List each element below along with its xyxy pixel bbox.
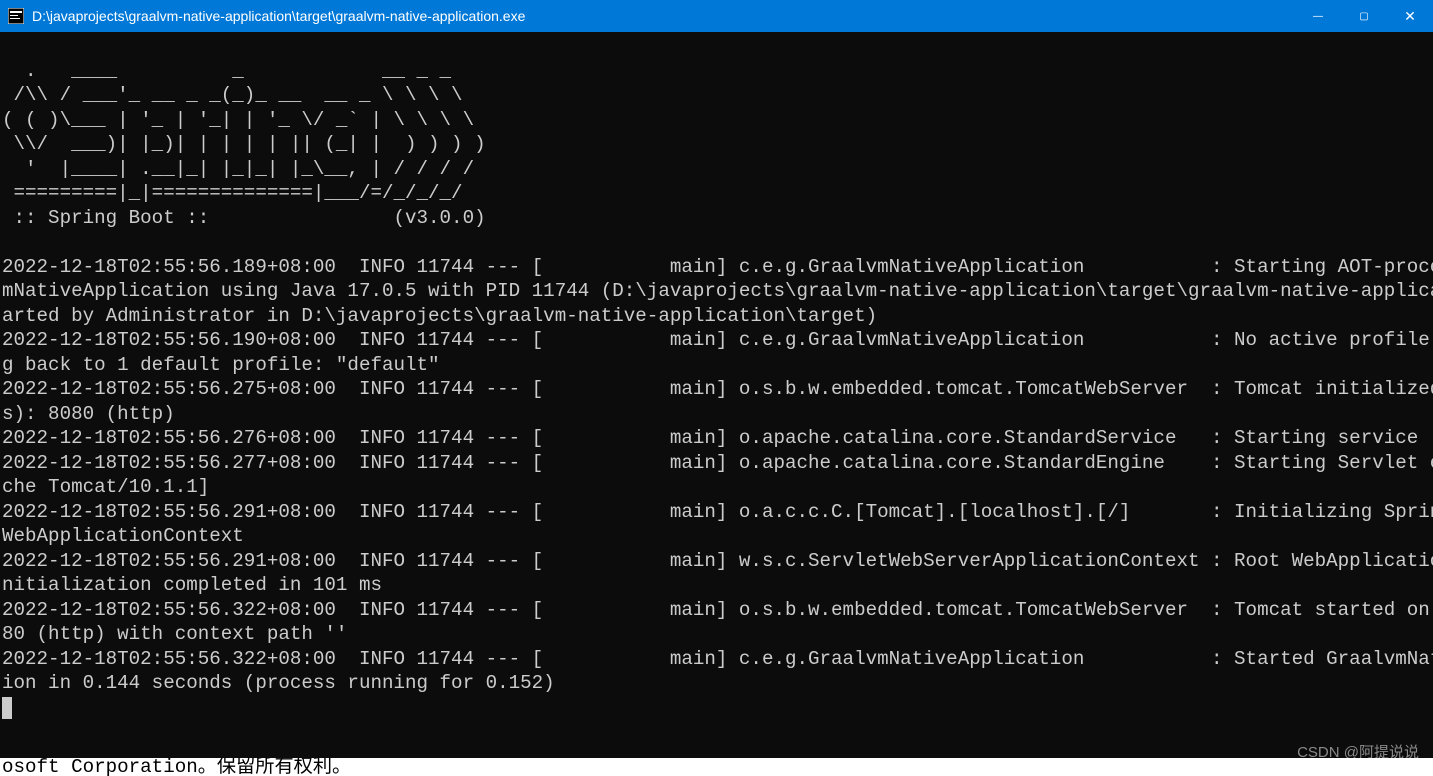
- terminal-output: . ____ _ __ _ _ /\\ / ___'_ __ _ _(_)_ _…: [0, 32, 1433, 720]
- titlebar-left: D:\javaprojects\graalvm-native-applicati…: [8, 8, 525, 24]
- background-window-strip: osoft Corporation。保留所有权利。: [0, 758, 1433, 776]
- terminal-area[interactable]: . ____ _ __ _ _ /\\ / ___'_ __ _ _(_)_ _…: [0, 32, 1433, 776]
- window-title: D:\javaprojects\graalvm-native-applicati…: [32, 8, 525, 24]
- window-controls: — ▢ ✕: [1295, 0, 1433, 32]
- minimize-button[interactable]: —: [1295, 0, 1341, 32]
- window-titlebar: D:\javaprojects\graalvm-native-applicati…: [0, 0, 1433, 32]
- close-button[interactable]: ✕: [1387, 0, 1433, 32]
- maximize-button[interactable]: ▢: [1341, 0, 1387, 32]
- app-icon: [8, 8, 24, 24]
- terminal-cursor: [2, 697, 12, 719]
